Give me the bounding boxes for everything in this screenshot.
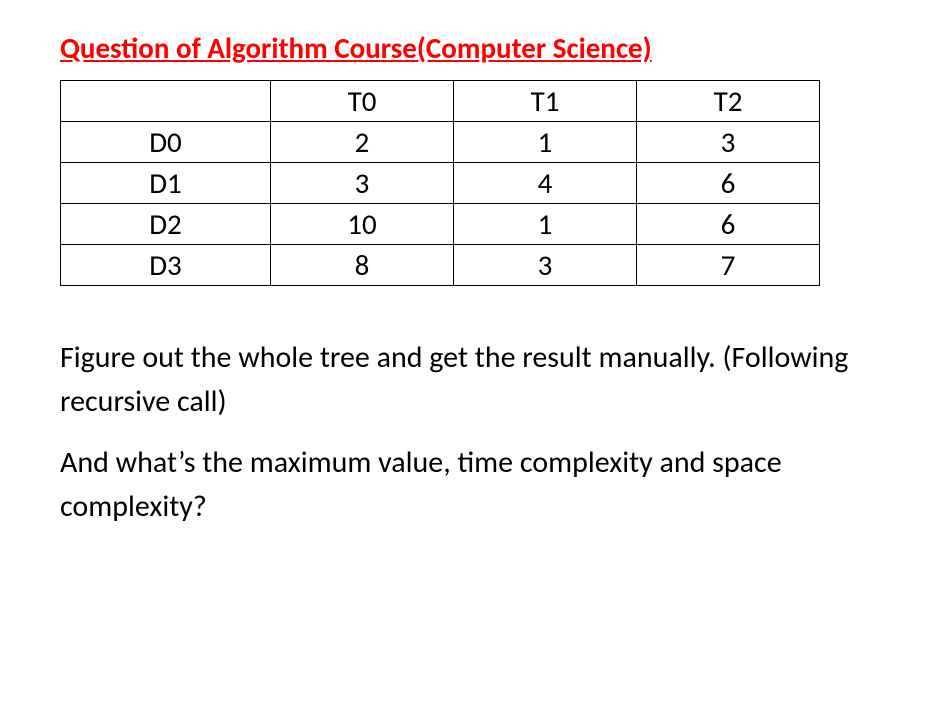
header-empty bbox=[61, 81, 271, 122]
header-t1: T1 bbox=[454, 81, 637, 122]
cell-d0-t1: 1 bbox=[454, 122, 637, 163]
question-title: Question of Algorithm Course(Computer Sc… bbox=[60, 30, 873, 66]
cell-d2-t1: 1 bbox=[454, 204, 637, 245]
row-label-d0: D0 bbox=[61, 122, 271, 163]
cell-d1-t1: 4 bbox=[454, 163, 637, 204]
row-label-d1: D1 bbox=[61, 163, 271, 204]
row-label-d2: D2 bbox=[61, 204, 271, 245]
cell-d0-t2: 3 bbox=[637, 122, 820, 163]
cell-d1-t0: 3 bbox=[271, 163, 454, 204]
cell-d3-t0: 8 bbox=[271, 245, 454, 286]
header-t2: T2 bbox=[637, 81, 820, 122]
table-row: D0 2 1 3 bbox=[61, 122, 820, 163]
table-header-row: T0 T1 T2 bbox=[61, 81, 820, 122]
paragraph-2: And what’s the maximum value, time compl… bbox=[60, 441, 873, 528]
table-row: D1 3 4 6 bbox=[61, 163, 820, 204]
header-t0: T0 bbox=[271, 81, 454, 122]
cell-d1-t2: 6 bbox=[637, 163, 820, 204]
cell-d2-t2: 6 bbox=[637, 204, 820, 245]
cell-d3-t2: 7 bbox=[637, 245, 820, 286]
cell-d0-t0: 2 bbox=[271, 122, 454, 163]
cell-d2-t0: 10 bbox=[271, 204, 454, 245]
cell-d3-t1: 3 bbox=[454, 245, 637, 286]
table-row: D3 8 3 7 bbox=[61, 245, 820, 286]
row-label-d3: D3 bbox=[61, 245, 271, 286]
data-table: T0 T1 T2 D0 2 1 3 D1 3 4 6 D2 10 1 6 D3 … bbox=[60, 80, 820, 286]
paragraph-1: Figure out the whole tree and get the re… bbox=[60, 336, 873, 423]
table-row: D2 10 1 6 bbox=[61, 204, 820, 245]
